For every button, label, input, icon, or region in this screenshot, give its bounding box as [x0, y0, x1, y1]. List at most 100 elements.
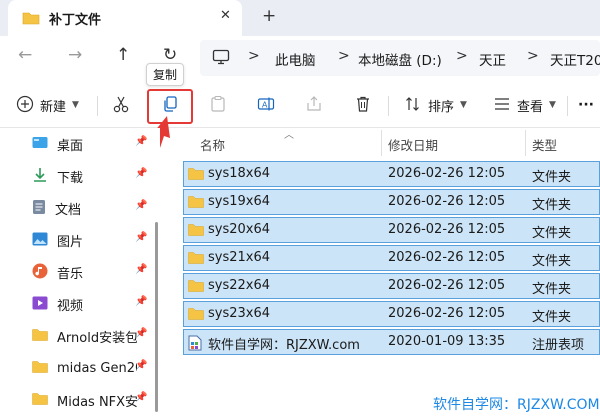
file-row[interactable]: sys18x64 2026-02-26 12:05 文件夹	[183, 161, 600, 187]
folder-icon	[32, 360, 48, 376]
new-tab-button[interactable]: +	[262, 6, 276, 26]
file-type: 文件夹	[532, 170, 572, 185]
breadcrumb-separator: >	[456, 48, 468, 64]
address-row: ← → ↑ ↻ > 此电脑 > 本地磁盘 (D:) > 天正 > 天正T20	[0, 36, 600, 80]
folder-icon	[188, 223, 204, 239]
sidebar-item-label: 桌面	[57, 138, 84, 154]
file-name: 软件自学网：RJZXW.com	[208, 338, 360, 353]
pin-icon[interactable]: 📌	[135, 264, 147, 275]
new-label: 新建	[40, 99, 67, 115]
file-date: 2026-02-26 12:05	[388, 306, 506, 321]
file-row[interactable]: sys20x64 2026-02-26 12:05 文件夹	[183, 217, 600, 243]
refresh-button[interactable]: ↻	[163, 45, 177, 65]
paste-button[interactable]	[209, 82, 227, 128]
scissors-icon	[112, 95, 130, 116]
folder-icon	[188, 307, 204, 323]
breadcrumb-separator: >	[338, 48, 350, 64]
share-icon	[305, 95, 323, 116]
sidebar-item-videos[interactable]: 视频 📌	[32, 288, 157, 320]
file-date: 2020-01-09 13:35	[388, 334, 506, 349]
back-button[interactable]: ←	[18, 45, 32, 65]
delete-button[interactable]	[354, 82, 372, 128]
file-row[interactable]: sys19x64 2026-02-26 12:05 文件夹	[183, 189, 600, 215]
file-date: 2026-02-26 12:05	[388, 194, 506, 209]
file-date: 2026-02-26 12:05	[388, 222, 506, 237]
add-circle-icon	[16, 95, 34, 116]
chevron-down-icon: ▼	[549, 100, 556, 110]
pin-icon[interactable]: 📌	[135, 168, 147, 179]
pin-icon[interactable]: 📌	[135, 136, 147, 147]
sidebar-item-music[interactable]: 音乐 📌	[32, 256, 157, 288]
sidebar-item-arnold[interactable]: Arnold安装包 📌	[32, 320, 157, 352]
sort-icon	[404, 95, 422, 116]
file-type: 注册表项	[532, 338, 585, 353]
tab-active[interactable]: 补丁文件 ✕	[8, 0, 242, 36]
new-button[interactable]: 新建 ▼	[16, 82, 79, 128]
pin-icon[interactable]: 📌	[135, 328, 147, 339]
sidebar-scrollbar[interactable]	[155, 222, 158, 412]
up-button[interactable]: ↑	[116, 45, 130, 65]
address-bar[interactable]: > 此电脑 > 本地磁盘 (D:) > 天正 > 天正T20	[200, 40, 600, 76]
breadcrumb-separator: >	[248, 48, 260, 64]
file-name: sys23x64	[208, 306, 271, 321]
column-header-type[interactable]: 类型	[532, 135, 557, 154]
tab-strip: 补丁文件 ✕ +	[0, 0, 600, 36]
column-divider[interactable]	[381, 130, 382, 156]
share-button[interactable]	[305, 82, 323, 128]
view-icon	[493, 95, 511, 116]
trash-icon	[354, 95, 372, 116]
sidebar-item-label: 音乐	[57, 266, 84, 282]
forward-button[interactable]: →	[68, 45, 82, 65]
toolbar-divider	[97, 96, 98, 116]
close-tab-icon[interactable]: ✕	[220, 8, 231, 23]
file-name: sys18x64	[208, 166, 271, 181]
chevron-down-icon: ▼	[460, 100, 467, 110]
file-row[interactable]: 软件自学网：RJZXW.com 2020-01-09 13:35 注册表项	[183, 329, 600, 355]
breadcrumb-item[interactable]: 天正	[479, 49, 506, 69]
sort-button[interactable]: 排序 ▼	[404, 82, 467, 128]
sidebar-item-downloads[interactable]: 下载 📌	[32, 160, 157, 192]
pin-icon[interactable]: 📌	[135, 200, 147, 211]
file-type: 文件夹	[532, 226, 572, 241]
pin-icon[interactable]: 📌	[135, 360, 147, 371]
sidebar-item-label: Midas NFX安	[57, 394, 137, 410]
breadcrumb-item[interactable]: 天正T20	[550, 49, 600, 69]
breadcrumb-item[interactable]: 此电脑	[275, 49, 316, 69]
toolbar-divider	[388, 96, 389, 116]
sidebar-item-desktop[interactable]: 桌面 📌	[32, 128, 157, 160]
sidebar-item-label: 下载	[57, 170, 84, 186]
column-divider[interactable]	[525, 130, 526, 156]
file-type: 文件夹	[532, 198, 572, 213]
sidebar-item-midas-nfx[interactable]: Midas NFX安 📌	[32, 384, 157, 416]
column-header-date[interactable]: 修改日期	[388, 135, 438, 154]
file-type: 文件夹	[532, 282, 572, 297]
pin-icon[interactable]: 📌	[135, 296, 147, 307]
file-name: sys19x64	[208, 194, 271, 209]
sidebar-item-pictures[interactable]: 图片 📌	[32, 224, 157, 256]
sort-label: 排序	[428, 99, 455, 115]
file-date: 2026-02-26 12:05	[388, 250, 506, 265]
picture-icon	[32, 232, 48, 249]
download-icon	[32, 167, 48, 186]
sidebar-item-midas-gen[interactable]: midas Gen20 📌	[32, 352, 157, 384]
rename-button[interactable]: A	[257, 82, 275, 128]
file-row[interactable]: sys22x64 2026-02-26 12:05 文件夹	[183, 273, 600, 299]
pin-icon[interactable]: 📌	[135, 392, 147, 403]
file-row[interactable]: sys21x64 2026-02-26 12:05 文件夹	[183, 245, 600, 271]
pin-icon[interactable]: 📌	[135, 232, 147, 243]
cut-button[interactable]	[112, 82, 130, 128]
sidebar-item-label: 图片	[57, 234, 84, 250]
column-header-name[interactable]: 名称	[200, 135, 225, 154]
file-row[interactable]: sys23x64 2026-02-26 12:05 文件夹	[183, 301, 600, 327]
sidebar-item-documents[interactable]: 文档 📌	[32, 192, 157, 224]
file-date: 2026-02-26 12:05	[388, 166, 506, 181]
folder-icon	[32, 392, 48, 408]
tab-title: 补丁文件	[49, 13, 102, 28]
video-icon	[32, 296, 48, 313]
folder-icon	[188, 195, 204, 211]
more-options-button[interactable]: ···	[578, 82, 594, 128]
watermark-text: 软件自学网：RJZXW.COM	[433, 397, 600, 413]
view-button[interactable]: 查看 ▼	[493, 82, 556, 128]
file-name: sys20x64	[208, 222, 271, 237]
breadcrumb-item[interactable]: 本地磁盘 (D:)	[358, 49, 442, 69]
